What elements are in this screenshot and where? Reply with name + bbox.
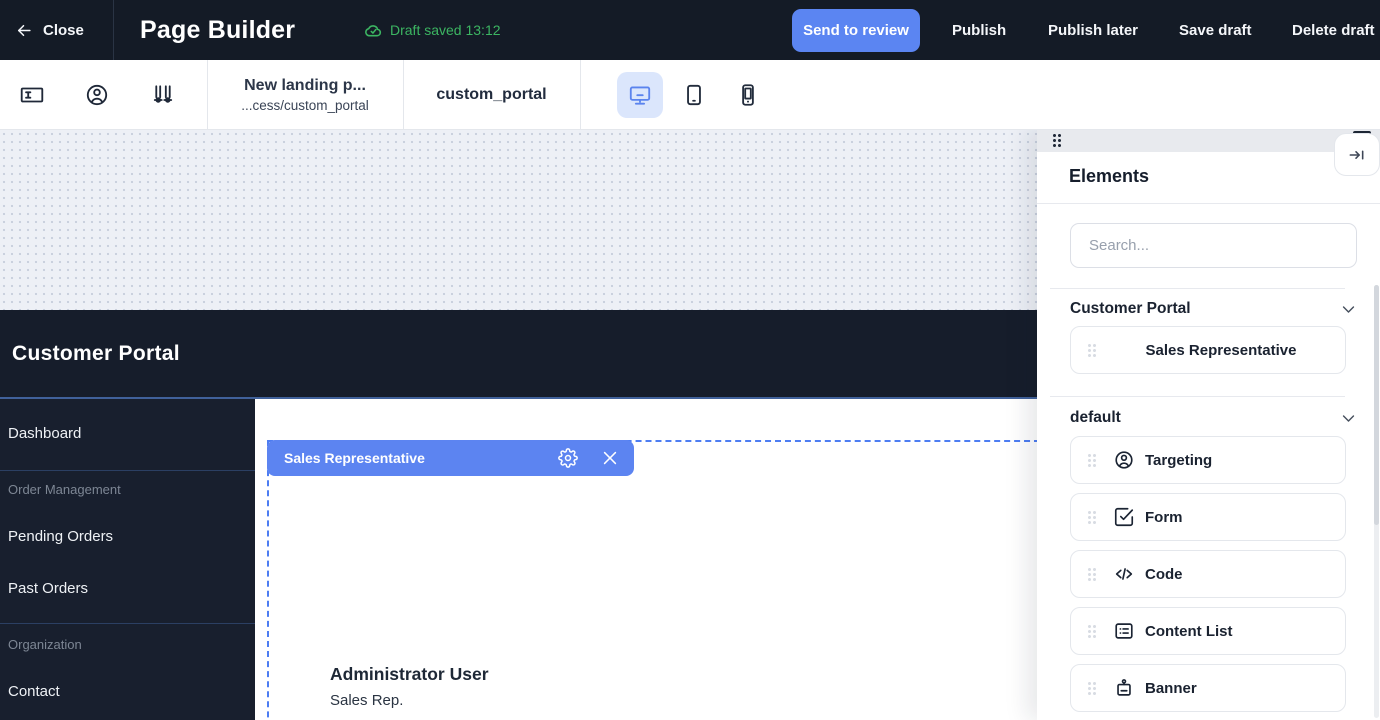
elements-panel: Elements Customer Portal Sales Represent… [1037,128,1380,720]
page-tab[interactable]: New landing p... ...cess/custom_portal [207,60,403,130]
selected-element-region[interactable]: Sales Representative Administrator User … [267,440,1040,720]
draft-status: Draft saved 13:12 [364,0,501,60]
code-icon [1113,563,1135,585]
person-circle-icon [84,82,110,108]
group-header-default[interactable]: default [1070,409,1357,427]
rep-role: Sales Rep. [330,692,403,709]
panel-drag-bar[interactable] [1037,128,1380,152]
element-item-label: Content List [1145,623,1233,640]
page-name: New landing p... [244,77,366,95]
tablet-icon [681,82,707,108]
element-item-targeting[interactable]: Targeting [1070,436,1346,484]
drag-handle-icon [1087,681,1097,696]
site-sidebar: Dashboard Order Management Pending Order… [0,399,255,720]
page-builder-app: Close Page Builder Draft saved 13:12 Sen… [0,0,1380,720]
save-draft-button[interactable]: Save draft [1179,0,1252,60]
publish-button[interactable]: Publish [952,0,1006,60]
panel-scrollbar[interactable] [1374,285,1379,718]
toolbar-separator [580,60,581,130]
list-document-icon [1113,620,1135,642]
close-label: Close [43,22,84,39]
back-arrow-icon [14,21,33,40]
drag-handle-icon [1087,624,1097,639]
variants-tool-button[interactable] [141,73,185,117]
top-bar: Close Page Builder Draft saved 13:12 Sen… [0,0,1380,60]
publish-later-button[interactable]: Publish later [1048,0,1138,60]
element-item-sales-representative[interactable]: Sales Representative [1070,326,1346,374]
panel-divider [1037,203,1380,204]
mobile-icon [735,82,761,108]
app-title: Page Builder [140,0,295,60]
collapse-panel-button[interactable] [1334,133,1380,176]
rep-name: Administrator User [330,664,489,685]
sidebar-section-organization: Organization [8,637,82,652]
group-label: default [1070,409,1121,427]
page-path: ...cess/custom_portal [241,98,369,113]
close-button[interactable]: Close [14,0,84,60]
sidebar-section-order-management: Order Management [8,482,121,497]
text-box-icon [19,82,45,108]
site-header-title: Customer Portal [12,342,180,366]
sidebar-item-past-orders[interactable]: Past Orders [8,580,88,597]
desktop-icon [627,82,653,108]
drag-handle-icon [1052,133,1062,148]
drag-handle-icon [1087,343,1097,358]
delete-draft-button[interactable]: Delete draft [1292,0,1375,60]
drag-handle-icon [1087,453,1097,468]
send-to-review-button[interactable]: Send to review [792,9,920,52]
draft-status-label: Draft saved 13:12 [390,22,501,38]
group-header-customer-portal[interactable]: Customer Portal [1070,300,1357,318]
panel-scrollbar-thumb[interactable] [1374,285,1379,525]
builder-toolbar: New landing p... ...cess/custom_portal c… [0,60,1380,130]
sidebar-divider [0,623,255,624]
element-item-label: Banner [1145,680,1197,697]
text-element-tool-button[interactable] [10,73,54,117]
sidebar-item-pending-orders[interactable]: Pending Orders [8,528,113,545]
cloud-check-icon [364,21,383,40]
split-test-icon [150,82,176,108]
sidebar-item-dashboard[interactable]: Dashboard [8,425,81,442]
badge-icon [1113,677,1135,699]
element-item-label: Form [1145,509,1183,526]
element-item-content-list[interactable]: Content List [1070,607,1346,655]
person-target-icon [1113,449,1135,471]
tablet-view-button[interactable] [671,72,717,118]
elements-search-input[interactable] [1070,223,1357,268]
tab-custom-portal[interactable]: custom_portal [403,60,580,130]
drag-handle-icon [1087,510,1097,525]
desktop-view-button[interactable] [617,72,663,118]
chevron-down-icon [1340,410,1357,427]
chevron-down-icon [1340,301,1357,318]
check-square-icon [1113,506,1135,528]
element-item-label: Sales Representative [1146,342,1297,359]
element-settings-gear-icon[interactable] [558,448,578,468]
panel-divider [1050,288,1345,289]
drag-handle-icon [1087,567,1097,582]
element-item-label: Code [1145,566,1183,583]
element-item-form[interactable]: Form [1070,493,1346,541]
element-item-code[interactable]: Code [1070,550,1346,598]
audience-tool-button[interactable] [75,73,119,117]
arrow-to-bar-icon [1347,145,1367,165]
selected-element-toolbar: Sales Representative [267,440,634,476]
panel-divider [1050,396,1345,397]
selected-element-label: Sales Representative [284,450,425,466]
panel-title: Elements [1069,166,1149,187]
element-item-banner[interactable]: Banner [1070,664,1346,712]
mobile-view-button[interactable] [725,72,771,118]
group-label: Customer Portal [1070,300,1191,318]
sidebar-item-contact[interactable]: Contact [8,683,60,700]
topbar-divider [113,0,114,60]
sidebar-divider [0,470,255,471]
element-item-label: Targeting [1145,452,1212,469]
deselect-close-icon[interactable] [600,448,620,468]
